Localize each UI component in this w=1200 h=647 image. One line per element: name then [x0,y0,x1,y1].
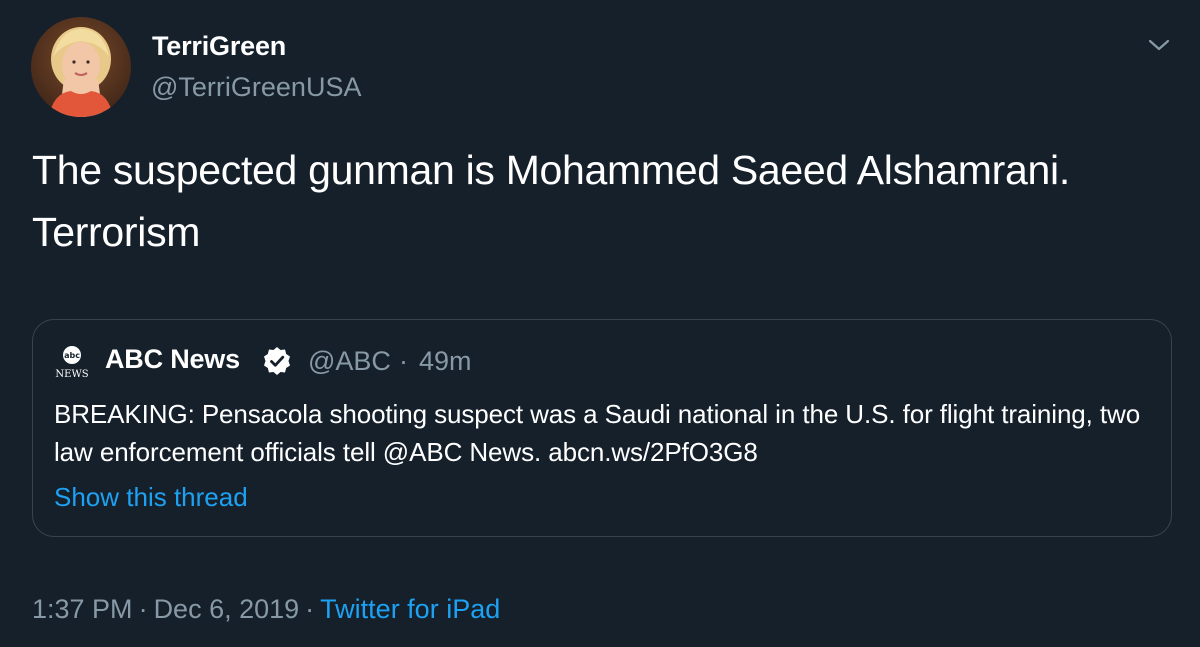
chevron-down-icon[interactable] [1146,32,1172,58]
tweet-metadata: 1:37 PM · Dec 6, 2019 · Twitter for iPad [32,594,500,625]
abc-news-logo-icon[interactable]: abc NEWS [51,344,93,386]
separator-dot: · [138,594,148,624]
tweet-date[interactable]: Dec 6, 2019 [154,594,300,624]
quoted-tweet[interactable]: abc NEWS ABC News @ABC · 49m BREAKING: P… [32,319,1172,537]
quoted-author-name: ABC News [105,344,240,374]
verified-badge-icon [261,345,293,377]
quoted-tweet-text: BREAKING: Pensacola shooting suspect was… [54,399,1141,467]
quoted-author-handle: @ABC [308,346,391,376]
tweet-text: The suspected gunman is Mohammed Saeed A… [32,147,1070,255]
quoted-timestamp[interactable]: 49m [419,346,472,377]
author-display-name[interactable]: TerriGreen [152,31,286,62]
separator-dot: · [305,594,315,624]
tweet-time[interactable]: 1:37 PM [32,594,133,624]
svg-text:NEWS: NEWS [55,369,88,380]
tweet-source-link[interactable]: Twitter for iPad [320,594,500,624]
separator-dot: · [399,346,408,376]
tweet-card: TerriGreen @TerriGreenUSA The suspected … [0,0,1200,647]
show-thread-link[interactable]: Show this thread [54,482,248,513]
author-handle[interactable]: @TerriGreenUSA [151,72,361,103]
profile-photo-icon [31,17,131,117]
svg-text:abc: abc [64,351,80,360]
author-avatar[interactable] [31,17,131,117]
